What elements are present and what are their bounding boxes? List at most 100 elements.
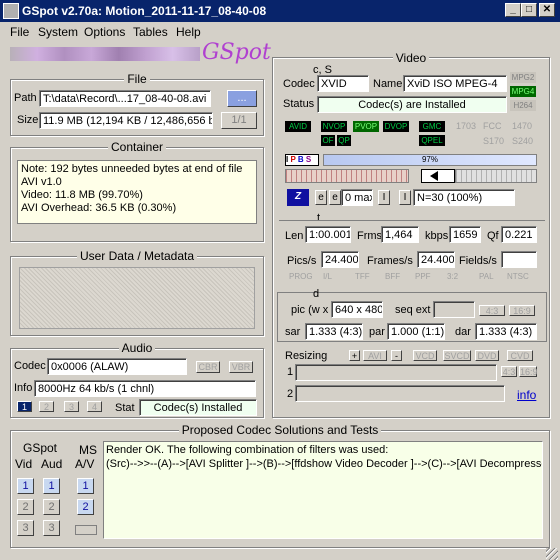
r169-indicator: 16:9 — [519, 366, 538, 377]
ms-test-blank[interactable] — [75, 525, 97, 535]
progress-label: 97% — [421, 155, 438, 164]
audio-stat-label: Stat — [115, 402, 135, 414]
gop-ruler-right — [455, 169, 537, 183]
size-label: Size — [17, 114, 39, 126]
vid-test-3[interactable]: 3 — [17, 520, 34, 536]
par-label: par — [369, 326, 385, 338]
app-icon — [3, 3, 19, 19]
note-line: AVI Overhead: 36.5 KB (0.30%) — [21, 202, 177, 214]
e-button-1[interactable]: e — [315, 190, 327, 205]
menu-system[interactable]: System — [38, 25, 78, 39]
menu-options[interactable]: Options — [84, 25, 125, 39]
title-bar: GSpot v2.70a: Motion_2011-11-17_08-40-08… — [0, 0, 560, 22]
pic-field: 640 x 480 — [331, 301, 383, 318]
note-line: Video: 11.8 MB (99.70%) — [21, 189, 143, 201]
resize-minus[interactable]: - — [391, 350, 402, 361]
led-mpg2: MPG2 — [510, 72, 536, 83]
dar-label: dar — [455, 326, 471, 338]
resize-plus[interactable]: + — [349, 350, 360, 361]
flag-qpel: QPEL — [419, 135, 445, 146]
ar-169-indicator: 16:9 — [509, 305, 535, 316]
resizing-label: Resizing — [285, 350, 328, 362]
maximize-button[interactable]: □ — [521, 3, 537, 17]
info-link[interactable]: info — [517, 388, 536, 402]
aud-test-1[interactable]: 1 — [43, 478, 60, 494]
flag-dvop: DVOP — [383, 121, 409, 132]
video-name-field: XviD ISO MPEG-4 — [403, 75, 507, 92]
menu-file[interactable]: File — [10, 25, 29, 39]
mode-prog: PROG — [289, 272, 313, 281]
results-panel[interactable]: Render OK. The following combination of … — [103, 441, 543, 539]
frames-label: Frames/s — [367, 255, 413, 267]
proposed-frame: Proposed Codec Solutions and Tests GSpot… — [10, 423, 550, 548]
note-line: Note: 192 bytes unneeded bytes at end of… — [21, 163, 243, 175]
video-name-label: Name — [373, 78, 403, 90]
audio-track-3[interactable]: 3 — [64, 401, 79, 412]
ms-test-1[interactable]: 1 — [77, 478, 94, 494]
aud-test-3[interactable]: 3 — [43, 520, 60, 536]
ms-label: MS — [79, 443, 97, 457]
resize-grip[interactable] — [546, 548, 558, 560]
color-strip — [10, 47, 200, 61]
audio-codec-field: 0x0006 (ALAW) — [47, 358, 187, 375]
container-frame: Container Note: 192 bytes unneeded bytes… — [10, 140, 264, 242]
qf-label: Qf — [487, 230, 499, 242]
container-title: Container — [107, 140, 167, 154]
note-line: AVI v1.0 — [21, 176, 62, 188]
n-field: N=30 (100%) — [413, 189, 515, 206]
std-fcc: FCC — [483, 121, 502, 131]
path-field[interactable]: T:\data\Record\...17_08-40-08.avi — [39, 90, 211, 107]
std-s170: S170 — [483, 136, 505, 146]
audio-track-1[interactable]: 1 — [17, 401, 32, 412]
audio-track-2[interactable]: 2 — [39, 401, 54, 412]
size-field: 11.9 MB (12,194 KB / 12,486,656 b — [39, 112, 213, 129]
i-button-1[interactable]: I — [378, 190, 390, 205]
resize-row2-label: 2 — [287, 388, 294, 400]
video-status-label: Status — [283, 98, 315, 110]
sar-label: sar — [285, 326, 301, 338]
vid-test-1[interactable]: 1 — [17, 478, 34, 494]
minimize-button[interactable]: _ — [505, 3, 521, 17]
std-1703: 1703 — [456, 121, 477, 131]
close-button[interactable]: ✕ — [539, 3, 555, 17]
mode-pal: PAL — [479, 272, 494, 281]
vbr-indicator: VBR — [229, 361, 253, 373]
kbps-field: 1659 — [449, 226, 481, 243]
seqext-field — [433, 301, 475, 318]
vid-test-2[interactable]: 2 — [17, 499, 34, 515]
video-codec-field: XVID — [317, 75, 369, 92]
video-codec-label: Codec — [283, 78, 315, 90]
audio-info-field: 8000Hz 64 kb/s (1 chnl) — [34, 380, 256, 397]
page-indicator: 1/1 — [221, 112, 257, 129]
ms-test-2[interactable]: 2 — [77, 499, 94, 515]
gspot-logo: GSpot — [202, 40, 271, 65]
zero-icon[interactable]: Z — [287, 189, 309, 206]
led-mpg4: MPG4 — [510, 86, 536, 97]
e-button-2[interactable]: e — [329, 190, 341, 205]
mode-bff: BFF — [385, 272, 401, 281]
result-line: Render OK. The following combination of … — [106, 444, 389, 456]
metadata-frame: User Data / Metadata — [10, 249, 264, 336]
flag-of: OF — [321, 135, 335, 146]
audio-track-4[interactable]: 4 — [87, 401, 102, 412]
menu-tables[interactable]: Tables — [133, 25, 168, 39]
resize-cvd[interactable]: CVD — [507, 350, 533, 361]
kbps-label: kbps — [425, 230, 449, 242]
progress-bar: 97% — [323, 154, 537, 166]
menu-help[interactable]: Help — [176, 25, 201, 39]
cbr-indicator: CBR — [196, 361, 220, 373]
frame-type-p: P — [290, 155, 296, 164]
video-frame: Video c, S Codec XVID Name XviD ISO MPEG… — [272, 51, 550, 418]
frame-types: I P B S — [285, 154, 319, 166]
resize-dvd[interactable]: DVD — [475, 350, 499, 361]
resize-vcd[interactable]: VCD — [413, 350, 437, 361]
audio-info-label: Info — [14, 382, 33, 394]
mode-il: I/L — [323, 272, 332, 281]
i-button-2[interactable]: I — [399, 190, 411, 205]
browse-button[interactable]: ... — [227, 90, 257, 107]
flag-avid: AVID — [285, 121, 311, 132]
aud-test-2[interactable]: 2 — [43, 499, 60, 515]
r43-indicator: 4:3 — [501, 366, 517, 377]
resize-avi[interactable]: AVI — [363, 350, 387, 361]
resize-svcd[interactable]: SVCD — [443, 350, 471, 361]
